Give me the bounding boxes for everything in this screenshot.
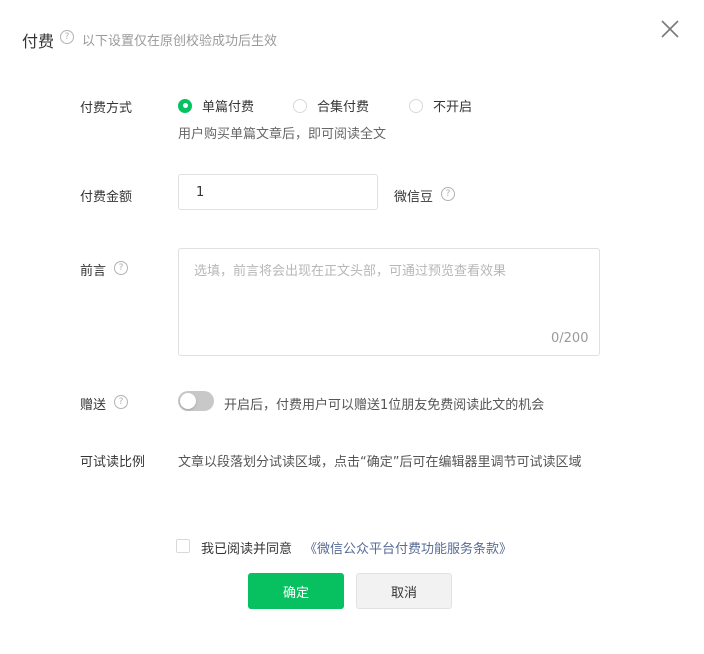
gift-toggle-switch[interactable] [178, 391, 214, 411]
help-icon[interactable]: ? [441, 187, 455, 201]
radio-label: 合集付费 [317, 100, 370, 115]
toggle-knob [180, 393, 196, 409]
confirm-button[interactable]: 确定 [248, 573, 344, 609]
radio-disable-payment[interactable]: 不开启 [409, 96, 472, 115]
amount-input[interactable] [178, 174, 378, 210]
agreement-checkbox[interactable] [176, 539, 190, 553]
radio-label: 不开启 [433, 100, 473, 115]
radio-unchecked-icon [409, 98, 423, 113]
preface-char-counter: 0/200 [551, 331, 589, 346]
gift-description: 开启后，付费用户可以赠送1位朋友免费阅读此文的机会 [224, 398, 545, 413]
radio-single-payment[interactable]: 单篇付费 [178, 96, 254, 115]
gift-label: 赠送 [80, 398, 107, 413]
dialog-subtitle: 以下设置仅在原创校验成功后生效 [82, 34, 278, 49]
radio-collection-payment[interactable]: 合集付费 [293, 96, 369, 115]
help-icon[interactable]: ? [60, 30, 74, 44]
amount-unit: 微信豆 [394, 190, 434, 205]
trial-ratio-description: 文章以段落划分试读区域，点击“确定”后可在编辑器里调节可试读区域 [178, 455, 582, 470]
agreement-text: 我已阅读并同意 [201, 542, 293, 557]
help-icon[interactable]: ? [114, 395, 128, 409]
dialog-title: 付费 [22, 32, 55, 51]
payment-method-description: 用户购买单篇文章后，即可阅读全文 [178, 127, 387, 142]
radio-unchecked-icon [293, 98, 307, 113]
payment-method-label: 付费方式 [80, 101, 133, 116]
preface-label: 前言 [80, 264, 107, 279]
cancel-button[interactable]: 取消 [356, 573, 452, 609]
preface-textarea[interactable] [178, 248, 600, 356]
amount-label: 付费金额 [80, 190, 133, 205]
trial-ratio-label: 可试读比例 [80, 455, 146, 470]
close-button[interactable] [658, 17, 682, 41]
help-icon[interactable]: ? [114, 261, 128, 275]
radio-label: 单篇付费 [202, 100, 255, 115]
terms-link[interactable]: 《微信公众平台付费功能服务条款》 [304, 538, 512, 557]
radio-checked-icon [178, 98, 192, 113]
close-icon [661, 20, 679, 38]
